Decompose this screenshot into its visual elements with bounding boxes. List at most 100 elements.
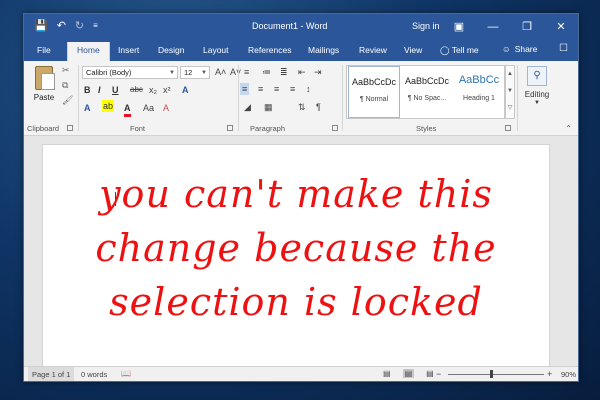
highlight-color-icon[interactable]: ab (102, 100, 115, 112)
chevron-up-icon[interactable]: ▲ (506, 66, 514, 83)
bold-button[interactable]: B (84, 84, 91, 96)
strikethrough-button[interactable]: abc (130, 84, 143, 96)
ribbon-display-options-icon[interactable]: ▣ (442, 14, 476, 39)
customize-qat-icon[interactable]: ≡ (93, 19, 98, 33)
tab-layout[interactable]: Layout (203, 45, 229, 55)
tab-references[interactable]: References (248, 45, 291, 55)
paragraph-launcher-icon[interactable] (332, 125, 338, 131)
subscript-button[interactable]: x₂ (149, 84, 157, 96)
align-left-icon[interactable]: ≡ (240, 83, 250, 95)
zoom-level[interactable]: 90% (561, 370, 576, 379)
person-icon: ☺ (502, 44, 511, 54)
collapse-ribbon-icon[interactable]: ☐ (559, 43, 568, 54)
style-name: Heading 1 (463, 95, 495, 102)
window-controls: ▣ — ❐ ✕ (442, 14, 578, 39)
undo-icon[interactable]: ↶ (57, 19, 66, 33)
ribbon-home: Paste ✂ ⧉ 🖌 Clipboard Calibri (Body) ▼ 1… (24, 61, 578, 136)
divider (238, 65, 239, 131)
document-line: you can't make this (99, 172, 493, 216)
italic-button[interactable]: I (98, 84, 101, 96)
ribbon-tabs: File Home Insert Design Layout Reference… (24, 39, 578, 61)
text-effects-icon[interactable]: A (182, 84, 189, 96)
font-color-icon[interactable]: A (124, 102, 131, 117)
styles-launcher-icon[interactable] (505, 125, 511, 131)
share-label: Share (514, 44, 538, 54)
shrink-font-icon[interactable]: A˅ (230, 66, 241, 78)
title-bar: 💾 ↶ ↻ ≡ Document1 - Word Sign in ▣ — ❐ ✕ (24, 14, 578, 39)
zoom-out-icon[interactable]: − (436, 369, 441, 379)
shading-icon[interactable]: ◢ (244, 101, 251, 113)
close-icon[interactable]: ✕ (544, 14, 578, 39)
numbering-icon[interactable]: ≔ (262, 66, 271, 78)
copy-icon[interactable]: ⧉ (62, 80, 73, 91)
zoom-slider[interactable] (448, 374, 544, 375)
font-launcher-icon[interactable] (227, 125, 233, 131)
redo-icon[interactable]: ↻ (75, 19, 84, 33)
multilevel-list-icon[interactable]: ≣ (280, 66, 288, 78)
increase-indent-icon[interactable]: ⇥ (314, 66, 322, 78)
chevron-down-icon: ▼ (201, 70, 207, 76)
chevron-down-icon: ▼ (169, 70, 175, 76)
text-effects-icon[interactable]: A (84, 102, 91, 114)
line-spacing-icon[interactable]: ↕ (306, 83, 311, 95)
paste-icon (35, 66, 55, 90)
clipboard-launcher-icon[interactable] (67, 125, 73, 131)
change-case-button[interactable]: Aa (143, 102, 154, 114)
paste-button[interactable]: Paste (30, 66, 58, 102)
word-count[interactable]: 0 words (81, 370, 107, 379)
underline-button[interactable]: U (112, 84, 119, 96)
clear-formatting-icon[interactable]: A (163, 102, 169, 114)
cut-icon[interactable]: ✂ (62, 65, 73, 76)
style-name: ¶ Normal (359, 96, 389, 103)
collapse-ribbon-icon[interactable]: ⌃ (565, 124, 572, 133)
sort-icon[interactable]: ⇅ (298, 101, 306, 113)
tab-review[interactable]: Review (359, 45, 387, 55)
editing-button[interactable]: ⚲ Editing ▼ (520, 66, 554, 106)
grow-font-icon[interactable]: A˄ (215, 66, 226, 78)
window-title: Document1 - Word (252, 21, 328, 31)
more-styles-icon[interactable]: ▽ (506, 100, 514, 117)
divider (517, 65, 518, 131)
tab-file[interactable]: File (37, 45, 51, 55)
align-right-icon[interactable]: ≡ (274, 83, 279, 95)
bullets-icon[interactable]: ≡ (244, 66, 249, 78)
minimize-icon[interactable]: — (476, 14, 510, 39)
style-normal[interactable]: AaBbCcDc ¶ Normal (348, 66, 400, 118)
superscript-button[interactable]: x² (163, 84, 171, 96)
tab-view[interactable]: View (404, 45, 422, 55)
justify-icon[interactable]: ≡ (290, 83, 295, 95)
font-size-box[interactable]: 12 ▼ (180, 66, 210, 79)
chevron-down-icon[interactable]: ▼ (506, 83, 514, 100)
zoom-in-icon[interactable]: + (547, 369, 552, 379)
styles-scroll[interactable]: ▲ ▼ ▽ (505, 65, 515, 119)
tab-insert[interactable]: Insert (118, 45, 139, 55)
style-name: ¶ No Spac... (407, 95, 447, 102)
font-name-box[interactable]: Calibri (Body) ▼ (82, 66, 178, 79)
save-icon[interactable]: 💾 (34, 19, 48, 33)
read-mode-icon[interactable]: ▤ (383, 369, 391, 378)
tab-home[interactable]: Home (67, 42, 110, 61)
document-text: you can't make this change because the s… (43, 167, 549, 329)
restore-icon[interactable]: ❐ (510, 14, 544, 39)
zoom-slider-thumb[interactable] (490, 370, 493, 378)
borders-icon[interactable]: ▦ (264, 101, 273, 113)
tell-me-box[interactable]: ◯ Tell me (440, 45, 479, 56)
web-layout-icon[interactable]: ▤ (426, 369, 434, 378)
divider (342, 65, 343, 131)
view-buttons: ▤ ▤ ▤ (383, 369, 434, 378)
format-painter-icon[interactable]: 🖌 (62, 95, 73, 106)
decrease-indent-icon[interactable]: ⇤ (298, 66, 306, 78)
align-center-icon[interactable]: ≡ (258, 83, 263, 95)
tab-design[interactable]: Design (158, 45, 184, 55)
sign-in-link[interactable]: Sign in (412, 21, 440, 31)
show-paragraph-marks-icon[interactable]: ¶ (316, 101, 321, 113)
style-no-spacing[interactable]: AaBbCcDc ¶ No Spac... (401, 66, 453, 118)
print-layout-icon[interactable]: ▤ (402, 369, 415, 378)
tab-mailings[interactable]: Mailings (308, 45, 339, 55)
style-heading-1[interactable]: AaBbCc Heading 1 (453, 66, 505, 118)
document-page[interactable]: you can't make this change because the s… (42, 144, 550, 374)
page-indicator[interactable]: Page 1 of 1 (28, 367, 75, 381)
proofing-icon[interactable]: 📖 (121, 369, 131, 378)
share-button[interactable]: ☺ Share (502, 44, 537, 54)
group-label-styles: Styles (416, 124, 437, 133)
